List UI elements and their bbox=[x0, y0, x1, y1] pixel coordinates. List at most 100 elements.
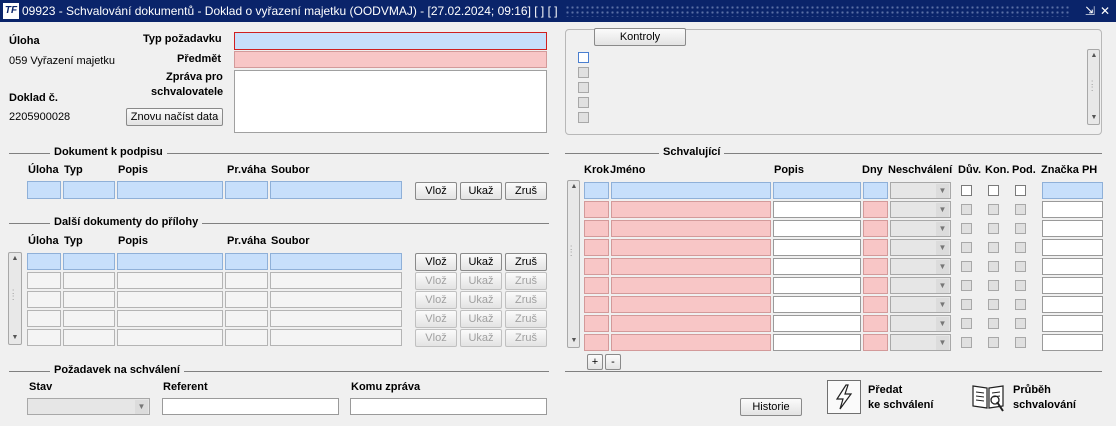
chevron-down-icon[interactable]: ▼ bbox=[135, 400, 148, 414]
schv-neschvaleni-select[interactable]: ▼ bbox=[890, 201, 951, 218]
schv-pod-checkbox[interactable] bbox=[1015, 261, 1026, 272]
schv-neschvaleni-select[interactable]: ▼ bbox=[890, 315, 951, 332]
schv-pod-checkbox[interactable] bbox=[1015, 242, 1026, 253]
komu-field[interactable] bbox=[350, 398, 547, 415]
dok-typ-cell[interactable] bbox=[63, 181, 115, 199]
schv-kon-checkbox[interactable] bbox=[988, 299, 999, 310]
schv-jmeno-cell[interactable] bbox=[611, 201, 771, 218]
schv-kon-checkbox[interactable] bbox=[988, 318, 999, 329]
typ-pozadavku-field[interactable] bbox=[234, 32, 547, 50]
schv-duv-checkbox[interactable] bbox=[961, 261, 972, 272]
dok-popis-cell[interactable] bbox=[117, 181, 223, 199]
chevron-down-icon[interactable]: ▼ bbox=[936, 317, 949, 331]
kontroly-checkbox[interactable] bbox=[578, 97, 589, 108]
remove-row-button[interactable]: - bbox=[605, 354, 621, 370]
schv-pod-checkbox[interactable] bbox=[1015, 299, 1026, 310]
dalsi-vloz-button[interactable]: Vlož bbox=[415, 329, 457, 347]
dalsi-cell[interactable] bbox=[63, 329, 115, 346]
schv-dny-cell[interactable] bbox=[863, 220, 888, 237]
schv-kon-checkbox[interactable] bbox=[988, 280, 999, 291]
schv-krok-cell[interactable] bbox=[584, 182, 609, 199]
close-icon[interactable]: ✕ bbox=[1097, 3, 1113, 19]
chevron-down-icon[interactable]: ▼ bbox=[936, 260, 949, 274]
schv-pod-checkbox[interactable] bbox=[1015, 318, 1026, 329]
add-row-button[interactable]: + bbox=[587, 354, 603, 370]
dalsi-cell[interactable] bbox=[270, 291, 402, 308]
schv-duv-checkbox[interactable] bbox=[961, 318, 972, 329]
schv-dny-cell[interactable] bbox=[863, 201, 888, 218]
schv-dny-cell[interactable] bbox=[863, 182, 888, 199]
kontroly-button[interactable]: Kontroly bbox=[594, 28, 686, 46]
scroll-up-icon[interactable]: ▲ bbox=[10, 254, 20, 264]
dok-soubor-cell[interactable] bbox=[270, 181, 402, 199]
dalsi-zrus-button[interactable]: Zruš bbox=[505, 272, 547, 290]
minimize-icon[interactable]: ⇲ bbox=[1082, 3, 1098, 19]
referent-field[interactable] bbox=[162, 398, 339, 415]
schv-popis-cell[interactable] bbox=[773, 296, 861, 313]
kontroly-scrollbar[interactable]: ▲ ∶ ∶ ▼ bbox=[1087, 49, 1100, 125]
dok-vloz-button[interactable]: Vlož bbox=[415, 182, 457, 200]
dalsi-vloz-button[interactable]: Vlož bbox=[415, 291, 457, 309]
dalsi-cell[interactable] bbox=[117, 310, 223, 327]
schv-kon-checkbox[interactable] bbox=[988, 261, 999, 272]
schv-jmeno-cell[interactable] bbox=[611, 239, 771, 256]
schv-popis-cell[interactable] bbox=[773, 334, 861, 351]
schv-znacka-ph-cell[interactable] bbox=[1042, 220, 1103, 237]
schv-krok-cell[interactable] bbox=[584, 296, 609, 313]
schv-pod-checkbox[interactable] bbox=[1015, 204, 1026, 215]
dalsi-vloz-button[interactable]: Vlož bbox=[415, 253, 457, 271]
schv-popis-cell[interactable] bbox=[773, 277, 861, 294]
dalsi-cell[interactable] bbox=[27, 329, 61, 346]
dalsi-cell[interactable] bbox=[27, 253, 61, 270]
scroll-down-icon[interactable]: ▼ bbox=[569, 336, 579, 346]
schv-krok-cell[interactable] bbox=[584, 277, 609, 294]
schv-znacka-ph-cell[interactable] bbox=[1042, 334, 1103, 351]
dalsi-zrus-button[interactable]: Zruš bbox=[505, 329, 547, 347]
schv-znacka-ph-cell[interactable] bbox=[1042, 182, 1103, 199]
schv-znacka-ph-cell[interactable] bbox=[1042, 296, 1103, 313]
dalsi-cell[interactable] bbox=[270, 272, 402, 289]
schvalujici-scrollbar[interactable]: ▲ ∶ ∶ ▼ bbox=[567, 180, 580, 348]
dalsi-cell[interactable] bbox=[63, 291, 115, 308]
dalsi-vloz-button[interactable]: Vlož bbox=[415, 272, 457, 290]
schv-kon-checkbox[interactable] bbox=[988, 242, 999, 253]
schv-duv-checkbox[interactable] bbox=[961, 223, 972, 234]
kontroly-checkbox[interactable] bbox=[578, 82, 589, 93]
schv-kon-checkbox[interactable] bbox=[988, 185, 999, 196]
schv-dny-cell[interactable] bbox=[863, 239, 888, 256]
dalsi-cell[interactable] bbox=[225, 253, 268, 270]
schv-jmeno-cell[interactable] bbox=[611, 277, 771, 294]
schv-jmeno-cell[interactable] bbox=[611, 182, 771, 199]
stav-select[interactable]: ▼ bbox=[27, 398, 150, 415]
dok-prvaha-cell[interactable] bbox=[225, 181, 268, 199]
chevron-down-icon[interactable]: ▼ bbox=[936, 298, 949, 312]
chevron-down-icon[interactable]: ▼ bbox=[936, 203, 949, 217]
historie-button[interactable]: Historie bbox=[740, 398, 802, 416]
dalsi-cell[interactable] bbox=[27, 272, 61, 289]
schv-neschvaleni-select[interactable]: ▼ bbox=[890, 239, 951, 256]
dalsi-cell[interactable] bbox=[27, 310, 61, 327]
chevron-down-icon[interactable]: ▼ bbox=[936, 279, 949, 293]
schv-jmeno-cell[interactable] bbox=[611, 334, 771, 351]
chevron-down-icon[interactable]: ▼ bbox=[936, 336, 949, 350]
predmet-field[interactable] bbox=[234, 51, 547, 68]
dok-ukaz-button[interactable]: Ukaž bbox=[460, 182, 502, 200]
reload-data-button[interactable]: Znovu načíst data bbox=[126, 108, 223, 126]
schv-dny-cell[interactable] bbox=[863, 334, 888, 351]
schv-krok-cell[interactable] bbox=[584, 334, 609, 351]
schv-znacka-ph-cell[interactable] bbox=[1042, 201, 1103, 218]
scroll-down-icon[interactable]: ▼ bbox=[10, 333, 20, 343]
dalsi-vloz-button[interactable]: Vlož bbox=[415, 310, 457, 328]
kontroly-checkbox[interactable] bbox=[578, 67, 589, 78]
dalsi-scrollbar[interactable]: ▲ ∶ ∶ ▼ bbox=[8, 252, 22, 345]
dalsi-cell[interactable] bbox=[63, 272, 115, 289]
schv-neschvaleni-select[interactable]: ▼ bbox=[890, 220, 951, 237]
schv-znacka-ph-cell[interactable] bbox=[1042, 258, 1103, 275]
schv-kon-checkbox[interactable] bbox=[988, 204, 999, 215]
dalsi-cell[interactable] bbox=[63, 310, 115, 327]
schv-duv-checkbox[interactable] bbox=[961, 280, 972, 291]
dalsi-cell[interactable] bbox=[117, 272, 223, 289]
dalsi-cell[interactable] bbox=[225, 272, 268, 289]
dalsi-zrus-button[interactable]: Zruš bbox=[505, 253, 547, 271]
dalsi-ukaz-button[interactable]: Ukaž bbox=[460, 253, 502, 271]
